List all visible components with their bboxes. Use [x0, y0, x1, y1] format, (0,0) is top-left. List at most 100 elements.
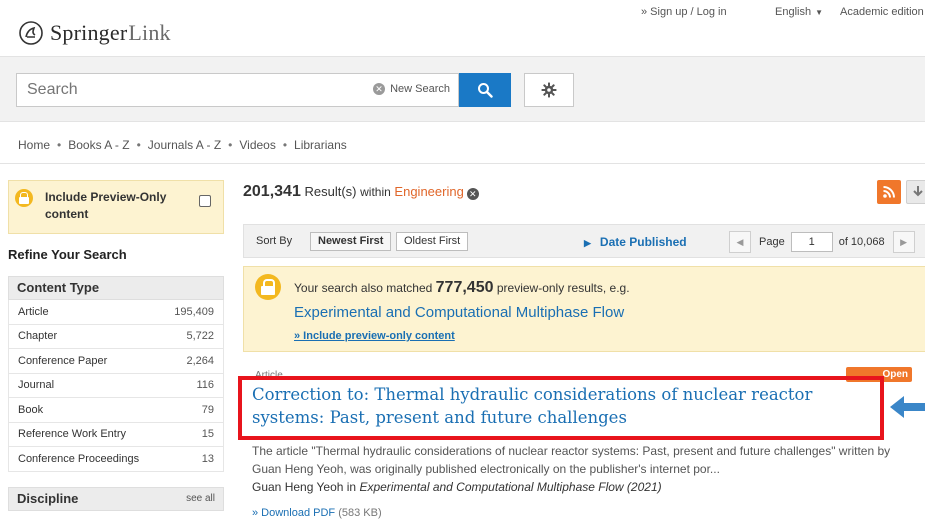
- next-page-icon[interactable]: ▶: [892, 231, 915, 253]
- sort-newest-button[interactable]: Newest First: [310, 232, 392, 251]
- download-results-button[interactable]: [906, 180, 925, 204]
- academic-edition-link[interactable]: Academic edition: [840, 6, 924, 18]
- facet-row-conference-paper[interactable]: Conference Paper 2,264: [8, 349, 224, 374]
- clear-icon: ✕: [373, 83, 386, 95]
- facet-label: Book: [18, 403, 44, 416]
- rss-feed-button[interactable]: [877, 180, 901, 204]
- main-nav: Home • Books A - Z • Journals A - Z • Videos • L…: [18, 138, 347, 152]
- new-search-button[interactable]: ✕ New Search: [373, 83, 450, 95]
- facet-row-article[interactable]: Article 195,409: [8, 300, 224, 325]
- search-band: ✕ New Search: [0, 56, 925, 122]
- facet-count: 5,722: [186, 330, 214, 343]
- discipline-filter-tag: Engineering: [394, 184, 464, 199]
- facet-count: 2,264: [186, 354, 214, 367]
- result-snippet: The article "Thermal hydraulic considera…: [252, 444, 891, 476]
- include-preview-link[interactable]: » Include preview-only content: [294, 330, 455, 342]
- nav-separator: •: [136, 138, 141, 152]
- search-box: ✕ New Search: [16, 73, 459, 107]
- results-summary: 201,341 Result(s) within Engineering ✕: [243, 183, 479, 201]
- nav-separator: •: [282, 138, 288, 152]
- facet-row-reference-work-entry[interactable]: Reference Work Entry 15: [8, 422, 224, 447]
- notice-count: 777,450: [435, 279, 494, 296]
- within-label: within: [360, 185, 391, 199]
- triangle-right-icon: ▶: [584, 238, 591, 248]
- rss-icon: [883, 186, 895, 198]
- result-content-type: Article: [255, 370, 283, 381]
- nav-journals[interactable]: Journals A - Z: [148, 138, 221, 152]
- facet-count: 79: [201, 403, 214, 416]
- search-input[interactable]: [17, 74, 347, 106]
- preview-notice: Your search also matched 777,450 preview…: [243, 266, 925, 352]
- search-button[interactable]: [459, 73, 511, 107]
- author-link[interactable]: Guan Heng Yeoh: [252, 480, 343, 494]
- in-label: in: [346, 480, 357, 494]
- preview-only-filter: Include Preview-Only content: [8, 180, 224, 234]
- facet-row-journal[interactable]: Journal 116: [8, 373, 224, 398]
- facet-label: Conference Proceedings: [18, 452, 140, 465]
- signup-login-link[interactable]: » Sign up / Log in: [641, 6, 727, 18]
- lock-icon: [15, 189, 33, 207]
- logo-link: Link: [128, 20, 171, 45]
- pagination: ◀ Page 1 of 10,068 ▶: [729, 230, 915, 254]
- search-icon: [478, 83, 493, 98]
- gear-icon: [541, 82, 557, 98]
- search-settings-button[interactable]: [524, 73, 574, 107]
- facet-row-book[interactable]: Book 79: [8, 398, 224, 423]
- download-pdf[interactable]: » Download PDF (583 KB): [252, 507, 382, 519]
- new-search-label: New Search: [390, 83, 450, 95]
- open-access-badge: Open Access: [846, 367, 912, 395]
- notice-example-link[interactable]: Experimental and Computational Multiphas…: [294, 304, 624, 321]
- nav-separator: •: [57, 138, 62, 152]
- facet-count: 15: [201, 428, 214, 441]
- facet-count: 116: [196, 379, 214, 392]
- prev-page-icon[interactable]: ◀: [729, 231, 751, 253]
- page-number-input[interactable]: 1: [790, 232, 833, 252]
- date-published-toggle[interactable]: ▶ Date Published: [584, 235, 687, 249]
- sort-bar: Sort By Newest First Oldest First ▶ Date …: [243, 224, 925, 258]
- facet-count: 195,409: [174, 305, 214, 318]
- facet-label: Journal: [18, 379, 55, 392]
- nav-librarians[interactable]: Librarians: [294, 138, 347, 152]
- language-selector[interactable]: English ▼: [775, 6, 827, 18]
- facet-label: Article: [18, 305, 49, 318]
- pdf-size: (583 KB): [338, 507, 382, 519]
- nav-home[interactable]: Home: [18, 138, 50, 152]
- result-title-link[interactable]: Correction to: Thermal hydraulic conside…: [252, 383, 872, 429]
- horse-logo-icon: [19, 21, 43, 45]
- springerlink-logo[interactable]: SpringerLink: [18, 20, 171, 46]
- facet-label: Chapter: [18, 330, 58, 343]
- page-label: Page: [759, 236, 785, 248]
- content-type-facet: Content Type Article 195,409 Chapter 5,722…: [8, 276, 224, 472]
- language-label: English: [775, 6, 812, 18]
- preview-only-checkbox[interactable]: [199, 195, 211, 207]
- logo-text: SpringerLink: [50, 20, 171, 46]
- nav-books[interactable]: Books A - Z: [68, 138, 129, 152]
- publication-link[interactable]: Experimental and Computational Multiphas…: [359, 480, 661, 494]
- see-all-link[interactable]: see all: [186, 488, 215, 510]
- content-type-heading: Content Type: [8, 276, 224, 300]
- discipline-title: Discipline: [17, 491, 79, 506]
- content-type-title: Content Type: [17, 280, 100, 295]
- facet-row-conference-proceedings[interactable]: Conference Proceedings 13: [8, 447, 224, 472]
- facet-count: 13: [201, 452, 214, 465]
- facet-label: Conference Paper: [18, 354, 108, 367]
- result-authors: Guan Heng Yeoh in Experimental and Compu…: [252, 480, 662, 494]
- date-published-label: Date Published: [599, 235, 687, 249]
- caret-down-icon: ▼: [815, 8, 823, 17]
- notice-text: Your search also matched 777,450 preview…: [294, 279, 630, 297]
- nav-separator: •: [228, 138, 233, 152]
- remove-filter-icon[interactable]: ✕: [466, 188, 479, 200]
- discipline-facet: Discipline see all: [8, 487, 224, 511]
- facet-label: Reference Work Entry: [18, 428, 127, 441]
- page-total: of 10,068: [838, 236, 885, 248]
- notice-post: preview-only results, e.g.: [496, 281, 630, 295]
- results-label: Result(s): [304, 184, 357, 199]
- facet-row-chapter[interactable]: Chapter 5,722: [8, 324, 224, 349]
- preview-only-label: Include Preview-Only content: [45, 190, 167, 221]
- download-pdf-link[interactable]: » Download PDF: [252, 507, 335, 519]
- notice-pre: Your search also matched: [294, 281, 433, 295]
- nav-videos[interactable]: Videos: [239, 138, 275, 152]
- refine-search-heading: Refine Your Search: [8, 247, 127, 262]
- sort-oldest-button[interactable]: Oldest First: [396, 232, 469, 251]
- results-count: 201,341: [243, 183, 301, 200]
